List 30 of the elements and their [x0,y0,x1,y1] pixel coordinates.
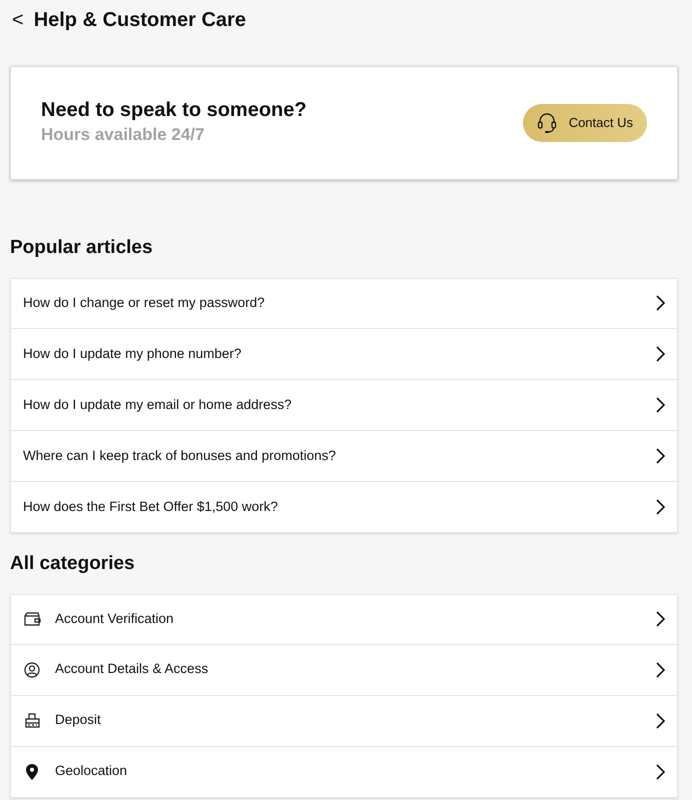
chevron-icon [655,611,665,628]
contact-us-button[interactable]: Contact Us [522,104,647,142]
chevron-icon [655,712,665,729]
article-link[interactable]: How do I change or reset my password? [10,278,678,329]
category-item[interactable]: Account Details & Access [10,644,678,696]
chevron-icon [655,448,665,464]
article-link[interactable]: Where can I keep track of bonuses and promotions? [10,430,678,482]
article-link[interactable]: How do I update my phone number? [10,328,678,380]
chevron-icon [655,764,665,780]
headset-icon [536,112,557,134]
article-link[interactable]: How does the First Bet Offer $1,500 work? [10,482,678,533]
section-heading: All categories [10,552,136,576]
article-link[interactable]: How do I update my email or home address? [10,380,678,431]
wallet-icon [24,612,40,626]
chevron-icon [655,295,665,312]
user-icon [24,662,40,678]
card-subheading: Hours available 24/7 [41,124,206,146]
category-item[interactable]: Account Verification [10,594,678,645]
location-pin-icon [26,764,38,780]
chevron-icon [655,498,665,515]
section-heading: Popular articles [10,237,154,260]
category-item[interactable]: Deposit [10,696,678,747]
chevron-icon [655,396,665,413]
card-heading: Need to speak to someone? [41,98,307,122]
page-title: Help & Customer Care [34,8,246,32]
chevron-icon [655,662,665,678]
chevron-icon [655,346,665,362]
back-button[interactable]: < [12,10,24,30]
cash-register-icon [24,713,40,728]
category-item[interactable]: Geolocation [10,746,678,798]
